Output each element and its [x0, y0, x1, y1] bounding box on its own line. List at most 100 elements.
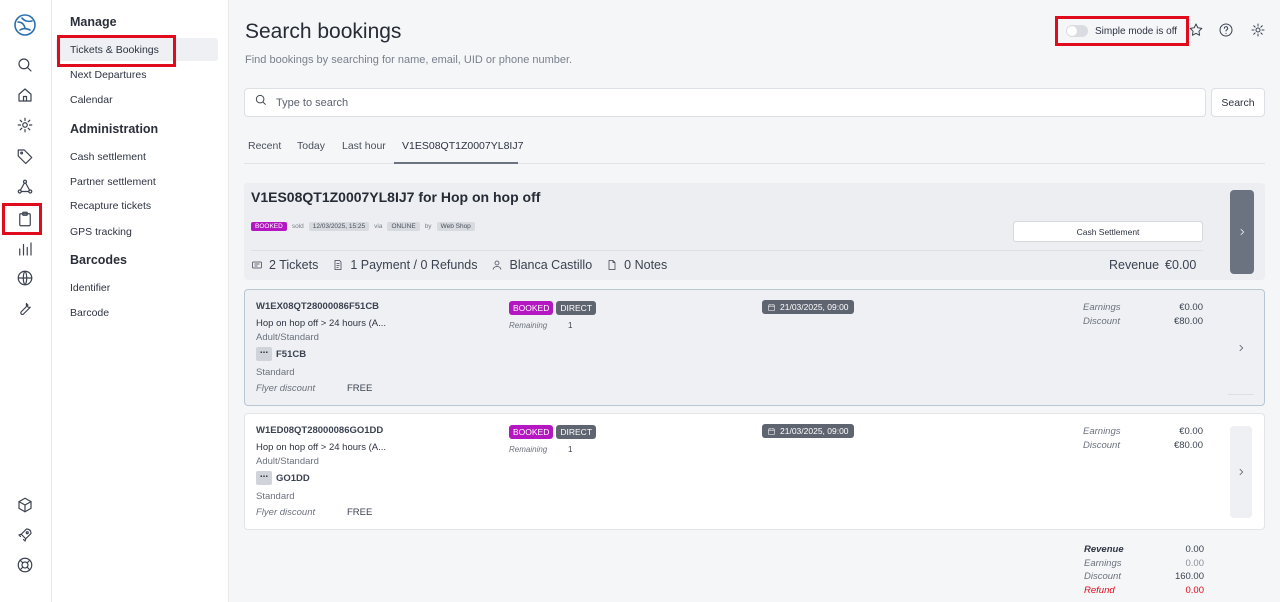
- chevron-right-icon: [1240, 228, 1245, 236]
- booking-meta: BOOKED sold 12/03/2025, 15:25 via ONLINE…: [251, 222, 475, 231]
- discount-value: FREE: [347, 383, 373, 394]
- more-icon[interactable]: ...: [256, 346, 272, 361]
- booking-expand-button[interactable]: [1230, 190, 1254, 274]
- home-icon[interactable]: [14, 84, 36, 106]
- summary-refund: Refund 0.00: [1084, 584, 1204, 596]
- simple-mode-label: Simple mode is off: [1095, 25, 1178, 37]
- tab-last-hour[interactable]: Last hour: [342, 140, 386, 152]
- booking-stats: 2 Tickets 1 Payment / 0 Refunds Blanca C…: [251, 258, 681, 272]
- discount-value: FREE: [347, 507, 373, 518]
- booking-title: V1ES08QT1Z0007YL8IJ7 for Hop on hop off: [251, 189, 541, 205]
- discount-amount-value: €80.00: [1173, 440, 1203, 451]
- tab-today[interactable]: Today: [297, 140, 325, 152]
- nav-item-cash-settlement[interactable]: Cash settlement: [70, 151, 146, 163]
- bar-chart-icon[interactable]: [14, 238, 36, 260]
- status-badge: BOOKED: [509, 425, 554, 439]
- ticket-code: W1ED08QT28000086GO1DD: [256, 425, 384, 436]
- tickets-stat[interactable]: 2 Tickets: [251, 258, 318, 272]
- search-box: [244, 88, 1206, 117]
- simple-mode-toggle[interactable]: Simple mode is off: [1055, 16, 1189, 46]
- secondary-nav: Manage Tickets & Bookings Next Departure…: [52, 0, 229, 602]
- ticket-seat: ... F51CB: [256, 346, 306, 361]
- nav-item-partner-settlement[interactable]: Partner settlement: [70, 176, 156, 188]
- summary-earnings: Earnings 0.00: [1084, 557, 1204, 569]
- tab-booking[interactable]: V1ES08QT1Z0007YL8IJ7: [402, 140, 523, 152]
- note-icon: [608, 260, 616, 270]
- booking-revenue: Revenue €0.00: [1109, 258, 1197, 272]
- cash-settlement-button[interactable]: Cash Settlement: [1013, 221, 1203, 242]
- clipboard-icon[interactable]: [14, 208, 36, 230]
- ticket-row[interactable]: W1ED08QT28000086GO1DD Hop on hop off > 2…: [244, 413, 1265, 530]
- tab-recent[interactable]: Recent: [248, 140, 281, 152]
- earnings-value: €0.00: [1179, 426, 1203, 437]
- notes-stat[interactable]: 0 Notes: [606, 258, 667, 272]
- search-icon[interactable]: [14, 54, 36, 76]
- section-administration: Administration: [70, 122, 159, 136]
- nav-item-barcode[interactable]: Barcode: [70, 307, 109, 319]
- nav-item-gps-tracking[interactable]: GPS tracking: [70, 226, 132, 238]
- remaining-label: Remaining: [509, 321, 548, 330]
- page-subtitle: Find bookings by searching for name, ema…: [245, 54, 573, 66]
- booking-card: V1ES08QT1Z0007YL8IJ7 for Hop on hop off …: [244, 183, 1265, 280]
- more-icon[interactable]: ...: [256, 470, 272, 485]
- discount-amount-label: Discount: [1083, 440, 1120, 451]
- network-icon[interactable]: [14, 176, 36, 198]
- summary-revenue: Revenue 0.00: [1084, 544, 1204, 555]
- customer-stat[interactable]: Blanca Castillo: [491, 258, 592, 272]
- lifebuoy-icon[interactable]: [14, 554, 36, 576]
- star-icon[interactable]: [1188, 22, 1206, 40]
- divider: [251, 250, 1203, 251]
- nav-item-recapture-tickets[interactable]: Recapture tickets: [70, 200, 151, 212]
- divider: [1228, 394, 1254, 395]
- ticket-category: Adult/Standard: [256, 332, 319, 343]
- chevron-right-icon: [1239, 344, 1244, 352]
- search-button[interactable]: Search: [1211, 88, 1265, 117]
- gear-icon[interactable]: [14, 114, 36, 136]
- settings-icon[interactable]: [1250, 22, 1268, 40]
- ticket-seat: ... GO1DD: [256, 470, 310, 485]
- payments-stat[interactable]: 1 Payment / 0 Refunds: [332, 258, 477, 272]
- main-content: Search bookings Find bookings by searchi…: [229, 0, 1280, 602]
- toggle-switch[interactable]: [1066, 25, 1088, 37]
- ticket-expand-button[interactable]: [1230, 426, 1252, 518]
- ticket-class: Standard: [256, 491, 295, 502]
- status-badge: BOOKED: [509, 301, 554, 315]
- nav-item-identifier[interactable]: Identifier: [70, 282, 110, 294]
- ticket-badges: BOOKED DIRECT: [509, 301, 597, 315]
- earnings-label: Earnings: [1083, 426, 1121, 437]
- discount-amount-label: Discount: [1083, 316, 1120, 327]
- calendar-icon: [768, 303, 775, 311]
- ticket-class: Standard: [256, 367, 295, 378]
- rocket-icon[interactable]: [14, 524, 36, 546]
- nav-item-next-departures[interactable]: Next Departures: [70, 69, 146, 81]
- by-word: by: [424, 223, 432, 230]
- via-word: via: [374, 223, 383, 230]
- nav-item-calendar[interactable]: Calendar: [70, 94, 113, 106]
- help-icon[interactable]: [1218, 22, 1236, 40]
- calendar-icon: [768, 427, 775, 435]
- ticket-badges: BOOKED DIRECT: [509, 425, 597, 439]
- ticket-code: W1EX08QT28000086F51CB: [256, 301, 380, 312]
- ticket-row[interactable]: W1EX08QT28000086F51CB Hop on hop off > 2…: [244, 289, 1265, 406]
- tag-icon[interactable]: [14, 145, 36, 167]
- chevron-right-icon: [1239, 468, 1244, 476]
- sold-date-badge: 12/03/2025, 15:25: [308, 222, 370, 231]
- logo-icon[interactable]: [12, 12, 38, 38]
- globe-icon[interactable]: [14, 267, 36, 289]
- status-badge: BOOKED: [251, 222, 287, 231]
- ticket-product: Hop on hop off > 24 hours (A...: [256, 442, 387, 453]
- discount-label: Flyer discount: [256, 507, 316, 518]
- wrench-icon[interactable]: [14, 297, 36, 319]
- search-icon: [254, 93, 268, 112]
- earnings-label: Earnings: [1083, 302, 1121, 313]
- search-input[interactable]: [276, 96, 1176, 109]
- ticket-category: Adult/Standard: [256, 456, 319, 467]
- channel-badge: DIRECT: [556, 425, 597, 439]
- ticket-expand-button[interactable]: [1230, 302, 1252, 394]
- icon-rail: [0, 0, 52, 602]
- nav-item-tickets-bookings[interactable]: Tickets & Bookings: [70, 44, 159, 56]
- earnings-value: €0.00: [1179, 302, 1203, 313]
- remaining-value: 1: [568, 445, 573, 454]
- user-icon: [493, 260, 502, 270]
- cube-icon[interactable]: [14, 494, 36, 516]
